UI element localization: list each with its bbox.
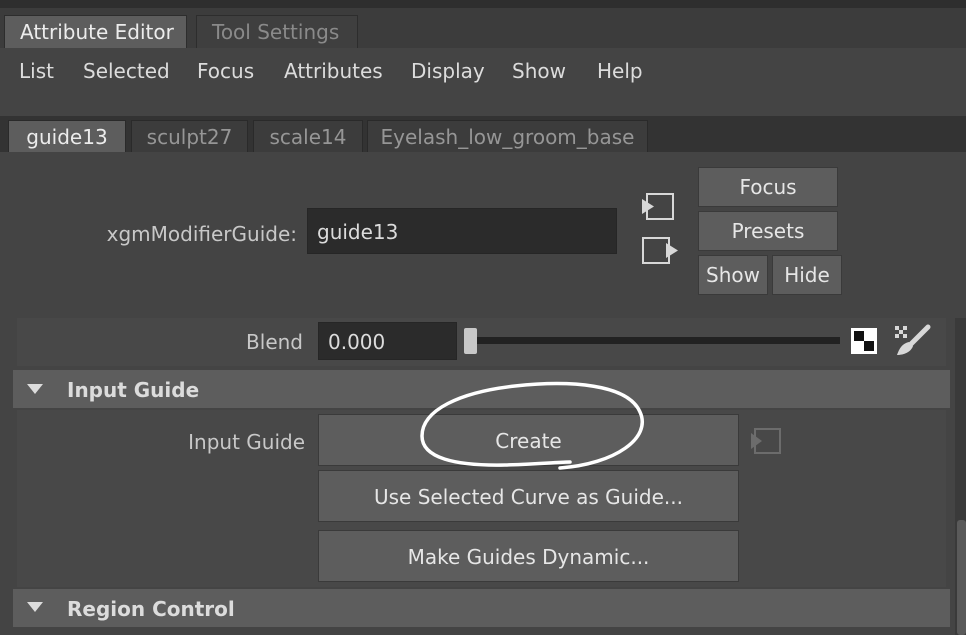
make-guides-dynamic-button[interactable]: Make Guides Dynamic... — [318, 530, 739, 582]
node-tab-scale14[interactable]: scale14 — [253, 120, 363, 152]
blend-value-field[interactable]: 0.000 — [318, 322, 457, 360]
hide-button[interactable]: Hide — [772, 255, 842, 295]
region-control-section-title: Region Control — [67, 597, 235, 621]
blend-label: Blend — [246, 330, 303, 354]
collapse-triangle-icon[interactable] — [27, 602, 43, 612]
presets-button[interactable]: Presets — [698, 211, 838, 251]
focus-button[interactable]: Focus — [698, 167, 838, 207]
input-connection-icon[interactable] — [749, 427, 783, 455]
tab-attribute-editor[interactable]: Attribute Editor — [4, 15, 187, 48]
node-tab-guide13[interactable]: guide13 — [8, 120, 126, 152]
scrollbar-thumb[interactable] — [957, 520, 966, 635]
window-top-strip — [0, 0, 966, 8]
menu-attributes[interactable]: Attributes — [284, 56, 383, 86]
node-type-label: xgmModifierGuide: — [106, 222, 297, 246]
create-button[interactable]: Create — [318, 414, 739, 466]
menu-help[interactable]: Help — [597, 56, 643, 86]
node-tab-eyelash-low-groom-base[interactable]: Eyelash_low_groom_base — [367, 120, 648, 152]
input-connection-icon[interactable] — [640, 192, 676, 224]
input-guide-row-label: Input Guide — [188, 430, 305, 454]
output-connection-icon[interactable] — [640, 234, 680, 266]
paint-brush-icon[interactable] — [893, 324, 931, 358]
menu-list[interactable]: List — [19, 56, 54, 86]
menu-show[interactable]: Show — [512, 56, 566, 86]
menu-focus[interactable]: Focus — [197, 56, 254, 86]
tab-tool-settings[interactable]: Tool Settings — [196, 15, 358, 48]
input-guide-section-title: Input Guide — [67, 378, 200, 402]
node-tab-sculpt27[interactable]: sculpt27 — [131, 120, 248, 152]
show-button[interactable]: Show — [698, 255, 768, 295]
checker-map-icon[interactable] — [851, 328, 877, 354]
use-selected-curve-as-guide-button[interactable]: Use Selected Curve as Guide... — [318, 470, 739, 522]
blend-slider-handle[interactable] — [464, 328, 477, 354]
menu-display[interactable]: Display — [411, 56, 485, 86]
collapse-triangle-icon[interactable] — [27, 384, 43, 394]
menu-selected[interactable]: Selected — [83, 56, 170, 86]
blend-slider-track[interactable] — [466, 337, 840, 344]
node-name-field[interactable]: guide13 — [307, 208, 617, 254]
